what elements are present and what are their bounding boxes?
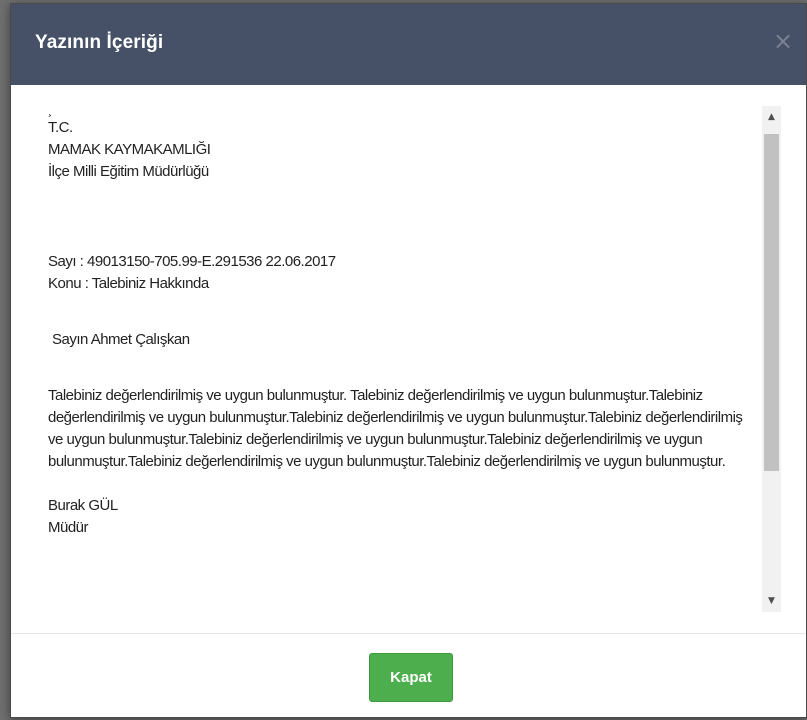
scrollbar-thumb[interactable] [764,134,779,471]
letter-scrollbar[interactable]: ▲ ▼ [762,106,781,612]
letter-header-kaymakamlik: MAMAK KAYMAKAMLIĞI [48,141,211,158]
letter-scroll-area[interactable]: ¸ T.C. MAMAK KAYMAKAMLIĞI İlçe Milli Eği… [48,105,766,611]
letter-header-tc: T.C. [48,119,73,136]
letter-konu: Konu : Talebiniz Hakkında [48,275,209,292]
letter-header-mudurluk: İlçe Milli Eğitim Müdürlüğü [48,163,209,180]
modal-title: Yazının İçeriği [35,32,164,53]
letter-signer-title: Müdür [48,519,89,536]
modal-header: Yazının İçeriği × [11,4,806,85]
letter-top-mark: ¸ [48,105,52,117]
letter-content-modal: Yazının İçeriği × ¸ T.C. MAMAK KAYMAKAML… [10,3,807,718]
modal-footer: Kapat [11,633,806,717]
letter-salutation: Sayın Ahmet Çalışkan [52,331,190,348]
close-icon[interactable]: × [770,28,796,54]
letter-signer-name: Burak GÜL [48,497,118,514]
scroll-down-arrow-icon[interactable]: ▼ [762,590,781,612]
close-button[interactable]: Kapat [369,653,453,702]
letter-body: Talebiniz değerlendirilmiş ve uygun bulu… [48,387,743,470]
scroll-up-arrow-icon[interactable]: ▲ [762,106,781,128]
letter-sayi: Sayı : 49013150-705.99-E.291536 22.06.20… [48,253,336,270]
modal-body: ¸ T.C. MAMAK KAYMAKAMLIĞI İlçe Milli Eği… [11,85,806,633]
